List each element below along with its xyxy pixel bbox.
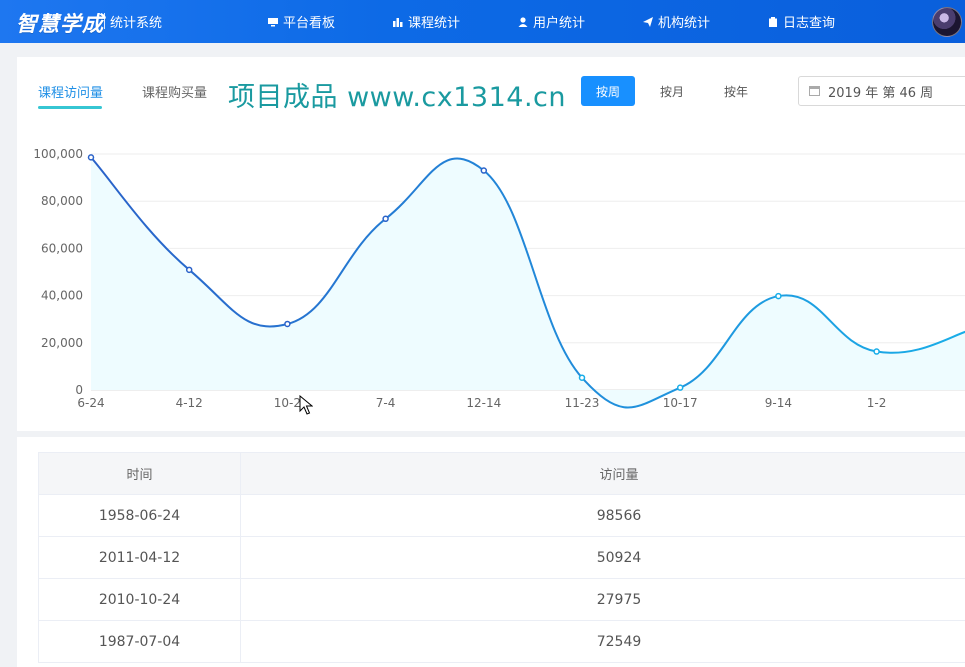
- y-tick-label: 100,000: [33, 147, 83, 161]
- chart-data-point[interactable]: [776, 294, 781, 299]
- table-cell-time: 2011-04-12: [39, 537, 241, 579]
- x-tick-label: 6-24: [77, 396, 104, 410]
- bar-chart-icon: [393, 17, 403, 27]
- nav-item-label: 用户统计: [533, 12, 585, 31]
- nav-item-label: 日志查询: [783, 12, 835, 31]
- logo-divider: [104, 13, 105, 29]
- send-icon: [643, 17, 653, 27]
- chart-card: 课程访问量 课程购买量 项目成品 www.cx1314.cn 按周 按月 按年 …: [17, 57, 965, 431]
- table-cell-time: 2010-10-24: [39, 579, 241, 621]
- x-tick-label: 11-23: [565, 396, 600, 410]
- visits-area-chart: 0 20,000 40,000 60,000 80,000 100,000 6-24 4-1…: [17, 57, 965, 431]
- x-tick-label: 12-14: [466, 396, 501, 410]
- table-cell-visits: 50924: [241, 537, 965, 579]
- table-cell-visits: 27975: [241, 579, 965, 621]
- y-tick-label: 20,000: [41, 336, 83, 350]
- nav-item-log-query[interactable]: 日志查询: [768, 0, 835, 43]
- chart-data-point[interactable]: [580, 375, 585, 380]
- chart-data-point[interactable]: [187, 267, 192, 272]
- nav-item-label: 机构统计: [658, 12, 710, 31]
- table-cell-time: 1958-06-24: [39, 495, 241, 537]
- y-tick-label: 40,000: [41, 289, 83, 303]
- x-tick-label: 9-14: [765, 396, 792, 410]
- y-tick-label: 80,000: [41, 194, 83, 208]
- y-tick-label: 60,000: [41, 241, 83, 255]
- x-tick-label: 4-12: [176, 396, 203, 410]
- chart-data-point[interactable]: [383, 216, 388, 221]
- clipboard-icon: [768, 17, 778, 27]
- column-header-visits[interactable]: 访问量: [241, 453, 965, 495]
- avatar[interactable]: [932, 7, 962, 37]
- table-row: 1958-06-24 98566: [39, 495, 965, 537]
- table-cell-visits: 98566: [241, 495, 965, 537]
- table-cell-visits: 72549: [241, 621, 965, 663]
- chart-data-point[interactable]: [874, 349, 879, 354]
- nav-item-platform-dashboard[interactable]: 平台看板: [268, 0, 335, 43]
- x-tick-label: 10-17: [663, 396, 698, 410]
- x-tick-label: 7-4: [376, 396, 396, 410]
- nav-item-org-stats[interactable]: 机构统计: [643, 0, 710, 43]
- y-tick-label: 0: [75, 383, 83, 397]
- chart-area-fill: [91, 157, 965, 407]
- user-icon: [518, 17, 528, 27]
- chart-data-point[interactable]: [678, 385, 683, 390]
- top-navigation-bar: 智慧学成 统计系统 平台看板 课程统计 用户统计 机构统计 日志查询: [0, 0, 965, 43]
- chart-data-point[interactable]: [285, 321, 290, 326]
- table-header-row: 时间 访问量: [39, 453, 965, 495]
- monitor-icon: [268, 17, 278, 27]
- nav-item-label: 平台看板: [283, 12, 335, 31]
- table-row: 1987-07-04 72549: [39, 621, 965, 663]
- table-cell-time: 1987-07-04: [39, 621, 241, 663]
- system-name: 统计系统: [110, 12, 162, 31]
- chart-data-point[interactable]: [89, 155, 94, 160]
- table-card: 时间 访问量 1958-06-24 98566 2011-04-12 50924…: [17, 437, 965, 667]
- x-tick-label: 10-2: [274, 396, 301, 410]
- nav-item-course-stats[interactable]: 课程统计: [393, 0, 460, 43]
- app-logo[interactable]: 智慧学成: [16, 8, 104, 38]
- visits-table: 时间 访问量 1958-06-24 98566 2011-04-12 50924…: [38, 452, 965, 663]
- table-row: 2011-04-12 50924: [39, 537, 965, 579]
- column-header-time[interactable]: 时间: [39, 453, 241, 495]
- mouse-cursor-icon: [299, 395, 313, 415]
- nav-item-label: 课程统计: [408, 12, 460, 31]
- table-row: 2010-10-24 27975: [39, 579, 965, 621]
- chart-data-point[interactable]: [481, 168, 486, 173]
- x-tick-label: 1-2: [867, 396, 887, 410]
- nav-item-user-stats[interactable]: 用户统计: [518, 0, 585, 43]
